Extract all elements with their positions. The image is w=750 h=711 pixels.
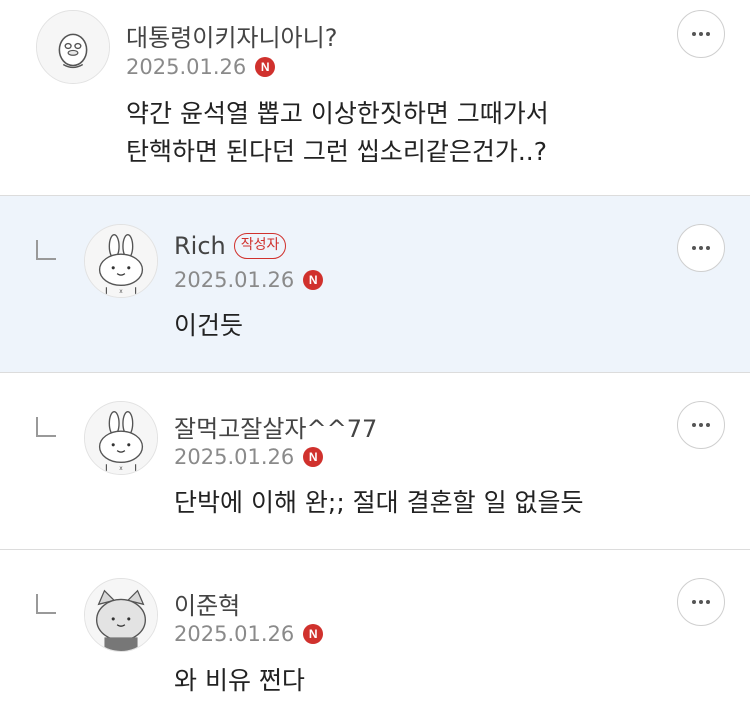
nickname[interactable]: Rich 작성자 bbox=[174, 232, 287, 260]
dot-icon bbox=[699, 246, 703, 250]
reply-item: 이준혁 2025.01.26 N 와 비유 쩐다 bbox=[0, 550, 750, 711]
nickname-text[interactable]: Rich bbox=[174, 232, 226, 260]
comment-item: 대통령이키자니아니? 2025.01.26 N 약간 윤석열 뽑고 이상한짓하면… bbox=[0, 0, 750, 196]
dot-icon bbox=[692, 32, 696, 36]
dot-icon bbox=[692, 423, 696, 427]
comment-date: 2025.01.26 bbox=[174, 445, 295, 469]
comment-body-line: 단박에 이해 완;; 절대 결혼할 일 없을듯 bbox=[174, 488, 584, 517]
reply-arrow-icon bbox=[36, 240, 56, 260]
more-options-button[interactable] bbox=[677, 224, 725, 272]
reply-item: x Rich 작성자 2025.01.26 N 이건듯 bbox=[0, 196, 750, 373]
avatar[interactable]: x bbox=[84, 401, 158, 475]
comment-body: 이건듯 bbox=[174, 307, 243, 345]
comment-date: 2025.01.26 bbox=[174, 622, 295, 646]
new-badge-icon: N bbox=[303, 624, 324, 644]
nickname-text[interactable]: 대통령이키자니아니? bbox=[126, 18, 337, 53]
comment-body-line: 탄핵하면 된다던 그런 씹소리같은건가..? bbox=[126, 137, 548, 166]
nickname-text[interactable]: 이준혁 bbox=[174, 586, 240, 621]
nickname[interactable]: 잘먹고잘살자^^77 bbox=[174, 409, 377, 444]
dot-icon bbox=[706, 246, 710, 250]
new-badge-icon: N bbox=[303, 270, 324, 290]
dot-icon bbox=[699, 600, 703, 604]
new-badge-icon: N bbox=[303, 447, 324, 467]
more-options-button[interactable] bbox=[677, 401, 725, 449]
reply-arrow-icon bbox=[36, 417, 56, 437]
comment-meta: 2025.01.26 N bbox=[174, 268, 324, 292]
dot-icon bbox=[699, 423, 703, 427]
more-options-button[interactable] bbox=[677, 578, 725, 626]
rabbit-avatar-icon: x bbox=[85, 402, 157, 474]
rabbit-avatar-icon: x bbox=[85, 225, 157, 297]
dot-icon bbox=[692, 600, 696, 604]
new-badge-icon: N bbox=[255, 57, 276, 77]
comment-date: 2025.01.26 bbox=[126, 55, 247, 79]
nickname[interactable]: 대통령이키자니아니? bbox=[126, 18, 337, 53]
avatar[interactable] bbox=[84, 578, 158, 652]
reply-item: x 잘먹고잘살자^^77 2025.01.26 N 단박에 이해 완;; 절대 … bbox=[0, 373, 750, 550]
comment-meta: 2025.01.26 N bbox=[174, 622, 324, 646]
reply-arrow-icon bbox=[36, 594, 56, 614]
cat-avatar-icon bbox=[85, 579, 157, 651]
svg-text:x: x bbox=[119, 289, 123, 295]
dot-icon bbox=[706, 600, 710, 604]
svg-text:x: x bbox=[119, 466, 123, 472]
comment-date: 2025.01.26 bbox=[174, 268, 295, 292]
comment-body: 약간 윤석열 뽑고 이상한짓하면 그때가서 탄핵하면 된다던 그런 씹소리같은건… bbox=[126, 95, 549, 171]
comment-body-line: 와 비유 쩐다 bbox=[174, 666, 305, 695]
dot-icon bbox=[706, 423, 710, 427]
author-badge: 작성자 bbox=[233, 233, 287, 259]
comment-body: 와 비유 쩐다 bbox=[174, 662, 305, 700]
avatar[interactable]: x bbox=[84, 224, 158, 298]
nickname[interactable]: 이준혁 bbox=[174, 586, 240, 621]
comment-meta: 2025.01.26 N bbox=[126, 55, 276, 79]
nickname-text[interactable]: 잘먹고잘살자^^77 bbox=[174, 409, 377, 444]
more-options-button[interactable] bbox=[677, 10, 725, 58]
dot-icon bbox=[699, 32, 703, 36]
comment-body-line: 약간 윤석열 뽑고 이상한짓하면 그때가서 bbox=[126, 99, 549, 128]
comment-body: 단박에 이해 완;; 절대 결혼할 일 없을듯 bbox=[174, 484, 584, 522]
comment-meta: 2025.01.26 N bbox=[174, 445, 324, 469]
dot-icon bbox=[692, 246, 696, 250]
comment-body-line: 이건듯 bbox=[174, 311, 244, 340]
dot-icon bbox=[706, 32, 710, 36]
avatar[interactable] bbox=[36, 10, 110, 84]
duck-avatar-icon bbox=[37, 11, 109, 83]
